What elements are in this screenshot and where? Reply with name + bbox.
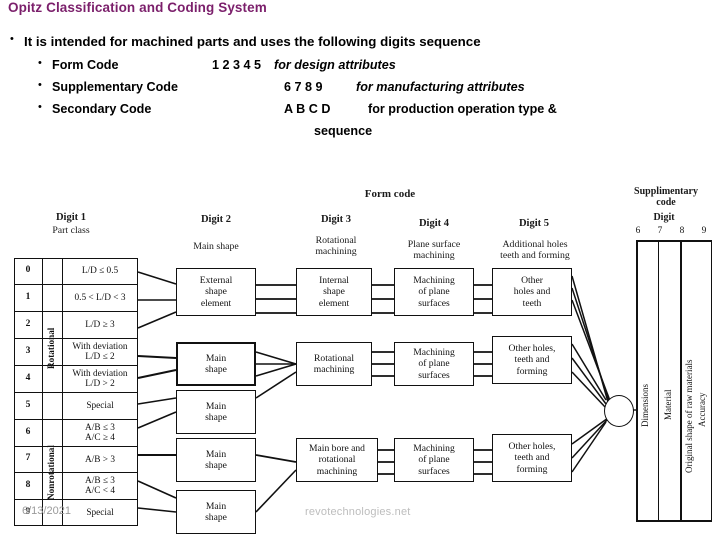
page-title: Opitz Classification and Coding System xyxy=(8,0,267,15)
supplementary-attribute-accuracy: Accuracy xyxy=(697,392,707,428)
digit4-box: Machining of plane surfaces xyxy=(394,438,474,482)
digit3-box: Internal shape element xyxy=(296,268,372,316)
part-class-row-text: Special xyxy=(86,401,114,411)
supplementary-top-rule xyxy=(636,240,712,242)
digit2-box: Main shape xyxy=(176,490,256,534)
part-class-row-num: 3 xyxy=(25,346,31,356)
part-class-row-num: 7 xyxy=(25,453,31,463)
part-class-row-divider xyxy=(14,472,138,473)
code-row-form: • Form Code 1 2 3 4 5 for design attribu… xyxy=(38,57,396,73)
digit5-column-heading: Additional holes teeth and forming xyxy=(500,239,570,261)
part-class-row-text: Special xyxy=(86,508,114,518)
digit4-box: Machining of plane surfaces xyxy=(394,268,474,316)
digit2-box: Main shape xyxy=(176,390,256,434)
digit2-box: External shape element xyxy=(176,268,256,316)
watermark: revotechnologies.net xyxy=(305,506,411,518)
code-digits-secondary: A B C D xyxy=(284,102,331,116)
code-note-form: for design attributes xyxy=(274,58,396,72)
part-class-row-num: 6 xyxy=(25,427,31,437)
supplementary-attribute-material: Material xyxy=(663,389,673,421)
part-class-row-text: A/B > 3 xyxy=(84,455,116,465)
convergence-node xyxy=(604,395,634,427)
date-stamp: 6/13/2021 xyxy=(22,505,71,517)
digit3-box: Rotational machining xyxy=(296,342,372,386)
bullet-marker: • xyxy=(38,101,42,113)
code-note-supplementary: for manufacturing attributes xyxy=(356,80,525,94)
supplementary-digit-7: 7 xyxy=(657,226,663,236)
part-class-row-text: 0.5 < L/D < 3 xyxy=(74,293,126,303)
part-class-row-num: 2 xyxy=(25,319,31,329)
part-class-row-num: 5 xyxy=(25,400,31,410)
part-class-row-text: A/B ≤ 3 A/C ≥ 4 xyxy=(85,423,115,444)
digit4-column-heading: Plane surface machining xyxy=(407,239,461,261)
digit5-box: Other holes, teeth and forming xyxy=(492,434,572,482)
part-class-row-text: With deviation L/D > 2 xyxy=(72,369,128,390)
code-label-secondary: Secondary Code xyxy=(52,102,152,116)
part-class-row-divider xyxy=(14,392,138,393)
digit2-box: Main shape xyxy=(176,342,256,386)
digit4-column-digit: Digit 4 xyxy=(418,218,450,229)
supplementary-code-title: Supplimentary code xyxy=(634,186,698,209)
code-label-supplementary: Supplementary Code xyxy=(52,80,178,94)
part-class-row-text: With deviation L/D ≤ 2 xyxy=(72,342,128,363)
supplementary-left-edge xyxy=(636,240,638,521)
code-digits-supplementary: 6 7 8 9 xyxy=(284,80,323,94)
part-class-row-num: 8 xyxy=(25,480,31,490)
digit2-box: Main shape xyxy=(176,438,256,482)
code-digits-form: 1 2 3 4 5 xyxy=(212,58,262,72)
part-class-row-divider xyxy=(14,338,138,339)
digit1-column-digit: Digit 1 xyxy=(55,212,87,223)
digit3-box: Main bore and rotational machining xyxy=(296,438,378,482)
part-class-row-divider xyxy=(14,499,138,500)
supplementary-col-divider-1 xyxy=(658,240,659,521)
supplementary-digit-label: Digit xyxy=(653,212,675,223)
digit3-column-digit: Digit 3 xyxy=(320,214,352,225)
supplementary-digit-9: 9 xyxy=(701,226,707,236)
part-class-row-divider xyxy=(14,311,138,312)
bullet-marker: • xyxy=(10,33,14,45)
part-class-row-text: L/D ≥ 3 xyxy=(85,320,115,330)
supplementary-digit-8: 8 xyxy=(679,226,685,236)
digit2-column-digit: Digit 2 xyxy=(200,214,232,225)
supplementary-attribute-dimensions: Dimensions xyxy=(640,383,650,427)
bullet-marker: • xyxy=(38,79,42,91)
code-row-secondary: • Secondary Code A B C D for production … xyxy=(38,101,557,117)
digit3-column-heading: Rotational machining xyxy=(315,235,357,257)
code-row-supplementary: • Supplementary Code 6 7 8 9 for manufac… xyxy=(38,79,525,95)
digit5-box: Other holes and teeth xyxy=(492,268,572,316)
part-class-row-divider xyxy=(14,284,138,285)
digit2-column-heading: Main shape xyxy=(193,241,239,252)
part-class-row-divider xyxy=(14,419,138,420)
code-note-continuation: sequence xyxy=(314,124,373,138)
part-class-row-num: 0 xyxy=(25,265,31,275)
digit5-box: Other holes, teeth and forming xyxy=(492,336,572,384)
digit4-box: Machining of plane surfaces xyxy=(394,342,474,386)
part-class-row-num: 1 xyxy=(25,292,31,302)
part-class-row-num: 4 xyxy=(25,373,31,383)
supplementary-bottom-rule xyxy=(636,520,712,522)
group-label-rotational: Rotational xyxy=(46,327,56,369)
digit5-column-digit: Digit 5 xyxy=(518,218,550,229)
part-class-row-divider xyxy=(14,365,138,366)
supplementary-col-divider-2 xyxy=(680,240,682,521)
code-label-form: Form Code xyxy=(52,58,119,72)
part-class-row-divider xyxy=(14,446,138,447)
bullet-level1: • It is intended for machined parts and … xyxy=(10,33,481,50)
code-note-secondary: for production operation type & xyxy=(368,102,557,116)
digit1-column-heading: Part class xyxy=(52,225,90,236)
part-class-row-text: L/D ≤ 0.5 xyxy=(81,266,119,276)
part-class-row-text: A/B ≤ 3 A/C < 4 xyxy=(84,476,116,497)
slide-canvas: Opitz Classification and Coding System •… xyxy=(0,0,720,540)
supplementary-digit-6: 6 xyxy=(635,226,641,236)
bullet-marker: • xyxy=(38,57,42,69)
bullet-level1-text: It is intended for machined parts and us… xyxy=(24,34,481,49)
form-code-label: Form code xyxy=(364,188,416,200)
